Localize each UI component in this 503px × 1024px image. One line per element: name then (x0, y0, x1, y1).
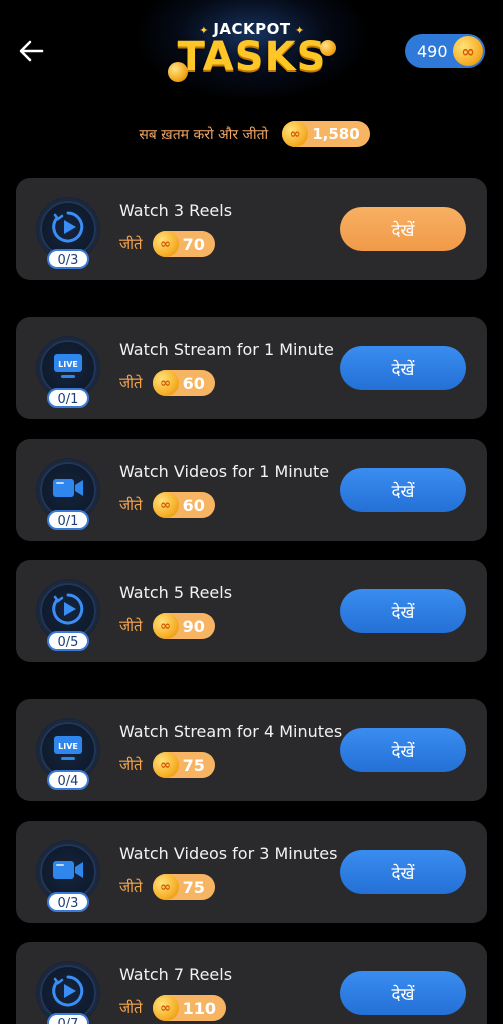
task-progress-badge: 0/3 (47, 249, 89, 269)
task-title: Watch Videos for 3 Minutes (119, 844, 338, 863)
watch-button[interactable]: देखें (340, 346, 466, 390)
total-reward-row: सब ख़तम करो और जीतो ∞ 1,580 (0, 120, 503, 148)
task-progress-badge: 0/7 (47, 1013, 89, 1024)
reward-value: 70 (182, 234, 205, 254)
reward-label: जीते (119, 756, 143, 774)
infinity-coin-icon: ∞ (453, 36, 483, 66)
task-reward: जीते ∞ 70 (119, 231, 215, 257)
reward-label: जीते (119, 374, 143, 392)
task-title: Watch Stream for 1 Minute (119, 340, 334, 359)
task-card: 0/1 Watch Videos for 1 Minute जीते ∞ 60 … (16, 439, 487, 541)
reward-pill: ∞ 90 (152, 613, 215, 639)
reel-play-icon (51, 210, 85, 248)
task-progress-badge: 0/4 (47, 770, 89, 790)
total-reward-label: सब ख़तम करो और जीतो (139, 126, 269, 143)
coin-balance[interactable]: 490 ∞ (405, 34, 485, 68)
total-reward-value: 1,580 (312, 125, 360, 143)
infinity-coin-icon: ∞ (152, 370, 179, 396)
reward-value: 75 (182, 877, 205, 897)
reward-value: 75 (182, 755, 205, 775)
infinity-coin-icon: ∞ (152, 492, 179, 518)
reward-label: जीते (119, 999, 143, 1017)
reel-play-icon (51, 974, 85, 1012)
header: ✦ JACKPOT ✦ TASKS 490 ∞ (0, 0, 503, 110)
task-reward: जीते ∞ 60 (119, 370, 215, 396)
reward-value: 110 (182, 998, 216, 1018)
task-title: Watch 5 Reels (119, 583, 233, 602)
watch-button[interactable]: देखें (340, 589, 466, 633)
task-card: 0/3 Watch 3 Reels जीते ∞ 70 देखें (16, 178, 487, 280)
svg-text:LIVE: LIVE (58, 742, 78, 751)
infinity-coin-icon: ∞ (152, 874, 179, 900)
reward-label: जीते (119, 496, 143, 514)
watch-button[interactable]: देखें (340, 468, 466, 512)
live-tv-icon: LIVE (53, 352, 83, 384)
task-progress-badge: 0/5 (47, 631, 89, 651)
reel-play-icon (51, 592, 85, 630)
live-tv-icon: LIVE (53, 734, 83, 766)
video-camera-icon (52, 858, 84, 886)
task-card: 0/7 Watch 7 Reels जीते ∞ 110 देखें (16, 942, 487, 1024)
video-camera-icon (52, 476, 84, 504)
logo-main-text: TASKS (177, 34, 327, 80)
watch-button[interactable]: देखें (340, 207, 466, 251)
reward-pill: ∞ 60 (152, 370, 215, 396)
task-reward: जीते ∞ 75 (119, 752, 215, 778)
reward-label: जीते (119, 617, 143, 635)
reward-label: जीते (119, 878, 143, 896)
task-title: Watch 3 Reels (119, 201, 233, 220)
task-card: LIVE 0/1 Watch Stream for 1 Minute जीते … (16, 317, 487, 419)
svg-text:LIVE: LIVE (58, 360, 78, 369)
watch-button[interactable]: देखें (340, 728, 466, 772)
watch-button[interactable]: देखें (340, 971, 466, 1015)
watch-button[interactable]: देखें (340, 850, 466, 894)
task-card: 0/3 Watch Videos for 3 Minutes जीते ∞ 75… (16, 821, 487, 923)
logo-coin-left (168, 62, 188, 82)
infinity-coin-icon: ∞ (152, 752, 179, 778)
task-title: Watch 7 Reels (119, 965, 233, 984)
task-card: LIVE 0/4 Watch Stream for 4 Minutes जीते… (16, 699, 487, 801)
task-progress-badge: 0/1 (47, 388, 89, 408)
task-card: 0/5 Watch 5 Reels जीते ∞ 90 देखें (16, 560, 487, 662)
infinity-coin-icon: ∞ (152, 613, 179, 639)
balance-value: 490 (417, 41, 448, 61)
reward-value: 60 (182, 495, 205, 515)
reward-pill: ∞ 110 (152, 995, 226, 1021)
infinity-coin-icon: ∞ (152, 231, 179, 257)
jackpot-tasks-logo: ✦ JACKPOT ✦ TASKS (116, 0, 388, 100)
task-progress-badge: 0/1 (47, 510, 89, 530)
task-progress-badge: 0/3 (47, 892, 89, 912)
infinity-coin-icon: ∞ (282, 121, 309, 147)
reward-value: 90 (182, 616, 205, 636)
back-button[interactable] (14, 34, 48, 68)
task-reward: जीते ∞ 60 (119, 492, 215, 518)
logo-coin-right (320, 40, 336, 56)
task-reward: जीते ∞ 90 (119, 613, 215, 639)
reward-pill: ∞ 60 (152, 492, 215, 518)
task-reward: जीते ∞ 110 (119, 995, 226, 1021)
jackpot-tasks-screen: ✦ JACKPOT ✦ TASKS 490 ∞ सब ख़तम करो और ज… (0, 0, 503, 1024)
reward-label: जीते (119, 235, 143, 253)
task-title: Watch Videos for 1 Minute (119, 462, 330, 481)
total-reward-pill: ∞ 1,580 (282, 121, 370, 147)
reward-pill: ∞ 75 (152, 752, 215, 778)
arrow-left-icon (19, 40, 44, 62)
task-reward: जीते ∞ 75 (119, 874, 215, 900)
reward-value: 60 (182, 373, 205, 393)
task-title: Watch Stream for 4 Minutes (119, 722, 343, 741)
reward-pill: ∞ 75 (152, 874, 215, 900)
infinity-coin-icon: ∞ (152, 995, 179, 1021)
reward-pill: ∞ 70 (152, 231, 215, 257)
